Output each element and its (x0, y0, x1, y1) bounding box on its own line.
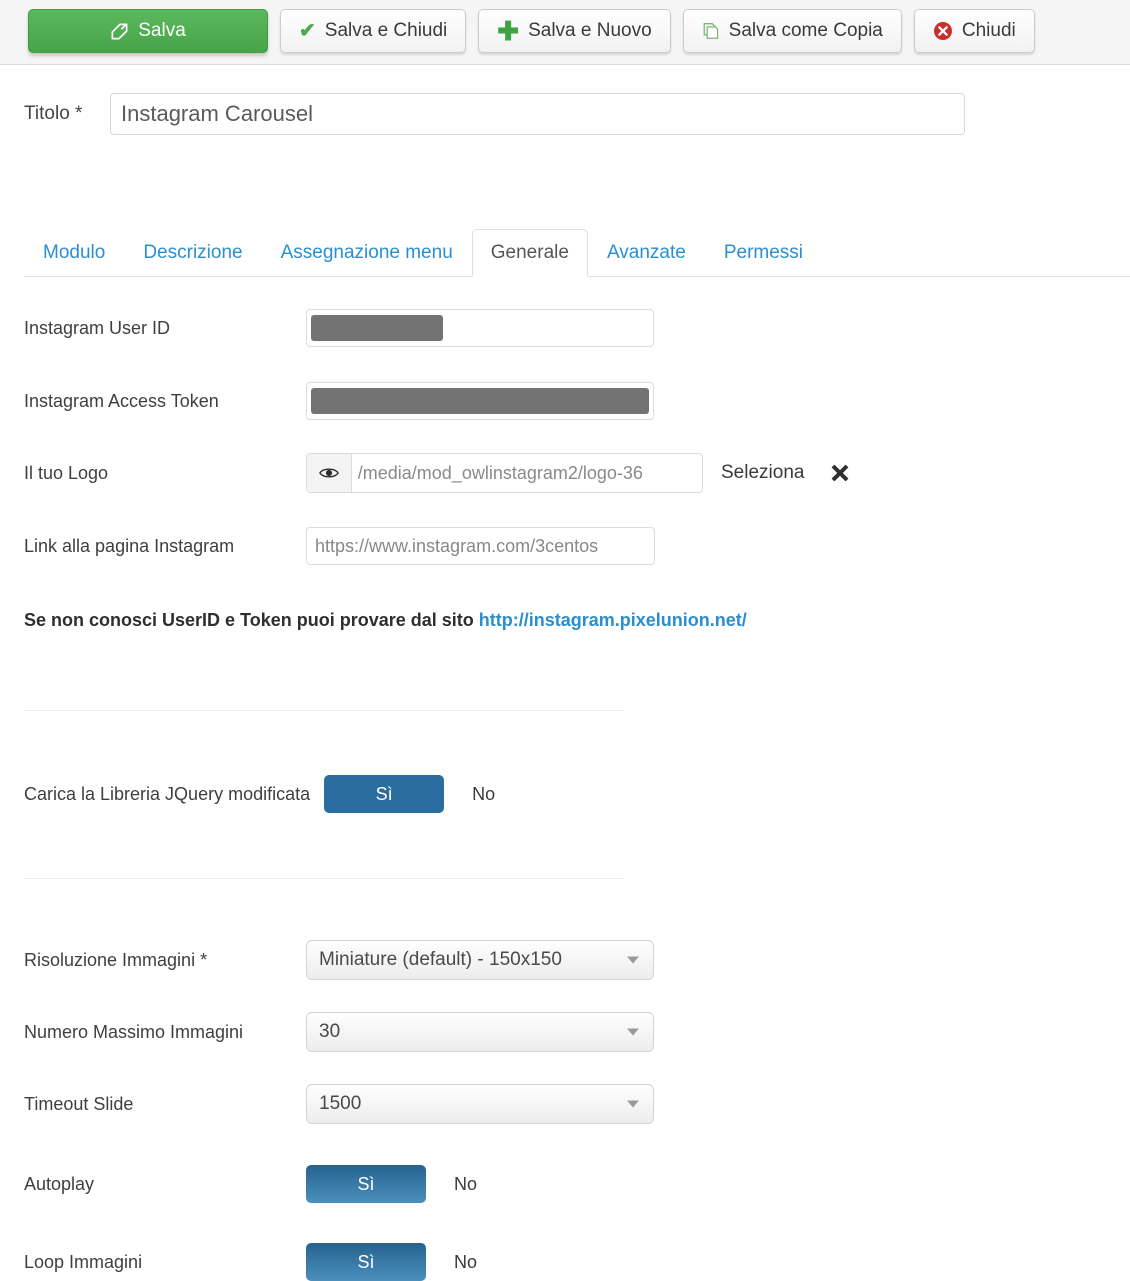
section-divider-2 (24, 878, 624, 879)
tab-assegnazione-menu[interactable]: Assegnazione menu (262, 229, 472, 277)
instagram-user-id-label: Instagram User ID (24, 317, 171, 338)
logo-label: Il tuo Logo (24, 462, 109, 483)
tab-generale[interactable]: Generale (471, 229, 588, 277)
check-icon: ✔ (299, 20, 316, 42)
toolbar-button-group: Salva ✔ Salva e Chiudi ✚ Salva e Nuovo S… (28, 9, 1047, 53)
autoplay-toggle: Sì No (306, 1165, 477, 1203)
instagram-user-id-input-wrap (306, 309, 654, 347)
max-images-value: 30 (319, 1021, 341, 1042)
field-slide-timeout: Timeout Slide 1500 (24, 1084, 654, 1124)
field-instagram-page-link: Link alla pagina Instagram (24, 527, 655, 565)
field-max-images: Numero Massimo Immagini 30 (24, 1012, 654, 1052)
loop-images-yes-option[interactable]: Sì (306, 1243, 426, 1281)
redaction-overlay (311, 388, 649, 414)
save-button-label: Salva (138, 20, 186, 41)
field-instagram-user-id: Instagram User ID (24, 309, 654, 347)
load-jquery-yes-option[interactable]: Sì (324, 775, 445, 813)
close-x-icon[interactable] (828, 461, 852, 485)
section-divider-1 (24, 710, 624, 711)
max-images-label: Numero Massimo Immagini (24, 1021, 244, 1042)
title-label: Titolo * (24, 103, 83, 124)
plus-icon: ✚ (497, 16, 520, 46)
save-and-new-label: Salva e Nuovo (528, 20, 652, 41)
image-resolution-label: Risoluzione Immagini * (24, 949, 208, 970)
save-and-close-label: Salva e Chiudi (324, 20, 448, 41)
load-jquery-no-option[interactable]: No (472, 775, 495, 813)
logo-path-input[interactable] (351, 454, 702, 492)
helper-note-text: Se non conosci UserID e Token puoi prova… (24, 610, 479, 630)
edit-icon (110, 22, 129, 41)
save-button[interactable]: Salva (28, 9, 268, 53)
title-input[interactable] (110, 93, 965, 135)
slide-timeout-label: Timeout Slide (24, 1093, 134, 1114)
tab-permessi[interactable]: Permessi (705, 229, 822, 277)
loop-images-no-option[interactable]: No (454, 1243, 477, 1281)
tab-bar: Modulo Descrizione Assegnazione menu Gen… (24, 223, 1130, 277)
loop-images-label: Loop Immagini (24, 1251, 143, 1272)
tab-descrizione[interactable]: Descrizione (124, 229, 261, 277)
redaction-overlay (311, 315, 443, 341)
load-jquery-toggle: Sì No (324, 775, 495, 813)
eye-icon[interactable] (307, 454, 352, 492)
save-as-copy-button[interactable]: Salva come Copia (682, 9, 902, 53)
chevron-down-icon (627, 1100, 639, 1108)
field-loop-images: Loop Immagini Sì No (24, 1243, 477, 1281)
title-row: Titolo * (24, 93, 965, 135)
logo-input-group (306, 453, 703, 493)
copy-icon (702, 22, 720, 41)
instagram-page-link-label: Link alla pagina Instagram (24, 535, 235, 556)
loop-images-toggle: Sì No (306, 1243, 477, 1281)
field-image-resolution: Risoluzione Immagini * Miniature (defaul… (24, 940, 654, 980)
pixelunion-link[interactable]: http://instagram.pixelunion.net/ (479, 610, 747, 630)
field-logo: Il tuo Logo Seleziona (24, 453, 852, 493)
field-load-jquery: Carica la Libreria JQuery modificata Sì … (24, 775, 495, 813)
close-button[interactable]: Chiudi (913, 9, 1035, 53)
image-resolution-select[interactable]: Miniature (default) - 150x150 (306, 940, 654, 980)
tab-avanzate[interactable]: Avanzate (588, 229, 705, 277)
chevron-down-icon (627, 956, 639, 964)
autoplay-yes-option[interactable]: Sì (306, 1165, 426, 1203)
slide-timeout-value: 1500 (319, 1093, 362, 1114)
close-circle-icon (933, 21, 953, 41)
editor-toolbar: Salva ✔ Salva e Chiudi ✚ Salva e Nuovo S… (0, 0, 1130, 65)
max-images-select[interactable]: 30 (306, 1012, 654, 1052)
autoplay-no-option[interactable]: No (454, 1165, 477, 1203)
instagram-access-token-label: Instagram Access Token (24, 390, 219, 411)
load-jquery-label: Carica la Libreria JQuery modificata (24, 783, 311, 804)
save-and-new-button[interactable]: ✚ Salva e Nuovo (478, 9, 671, 53)
field-autoplay: Autoplay Sì No (24, 1165, 477, 1203)
close-button-label: Chiudi (961, 20, 1016, 41)
tab-modulo[interactable]: Modulo (24, 229, 124, 277)
field-instagram-access-token: Instagram Access Token (24, 382, 654, 420)
helper-note: Se non conosci UserID e Token puoi prova… (24, 610, 747, 631)
instagram-page-link-input[interactable] (306, 527, 655, 565)
select-image-button[interactable]: Seleziona (721, 462, 804, 484)
instagram-access-token-input-wrap (306, 382, 654, 420)
image-resolution-value: Miniature (default) - 150x150 (319, 949, 562, 970)
save-as-copy-label: Salva come Copia (728, 20, 883, 41)
save-and-close-button[interactable]: ✔ Salva e Chiudi (280, 9, 467, 53)
autoplay-label: Autoplay (24, 1173, 95, 1194)
slide-timeout-select[interactable]: 1500 (306, 1084, 654, 1124)
chevron-down-icon (627, 1028, 639, 1036)
